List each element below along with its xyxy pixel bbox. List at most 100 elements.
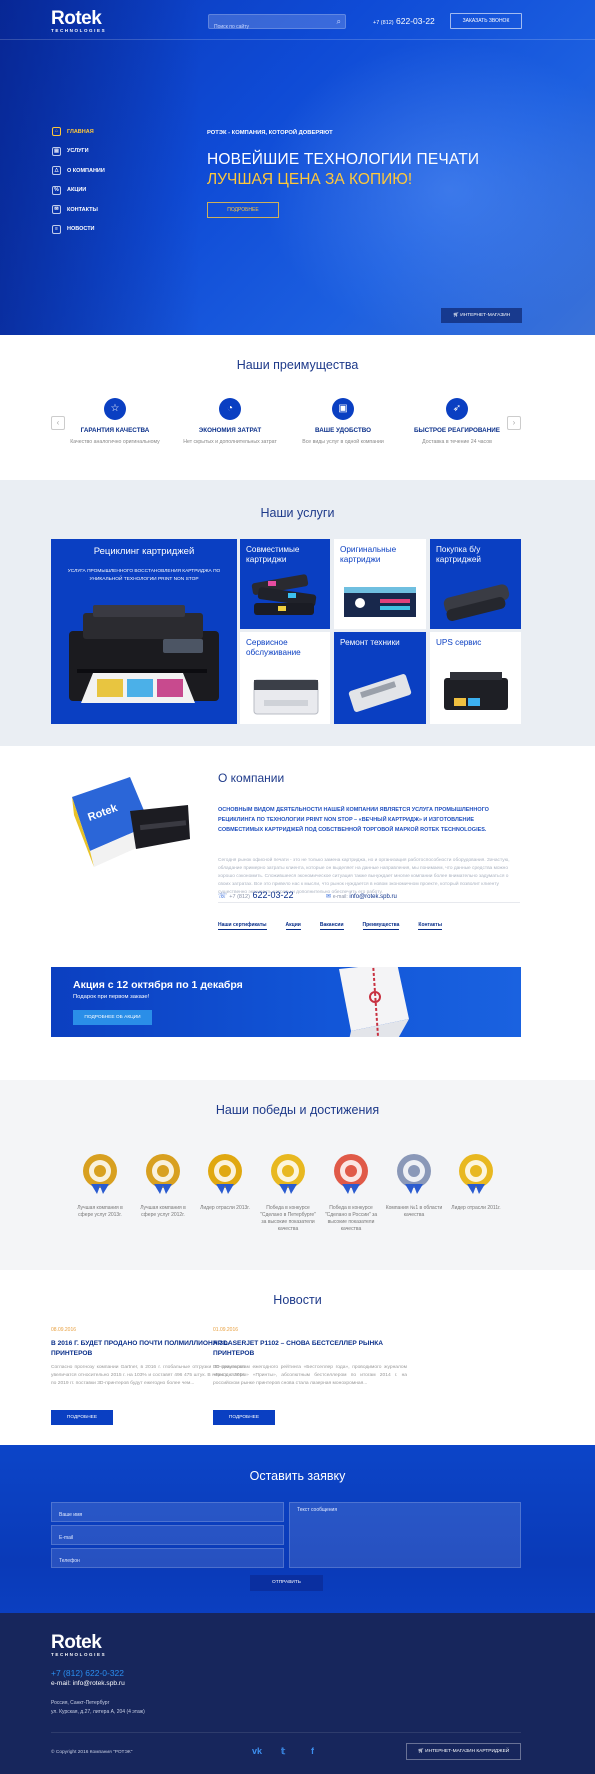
twitter-icon[interactable]: 𝕥 [281, 1746, 285, 1757]
link-contacts[interactable]: Контакты [418, 922, 442, 930]
advantage-item: ☆ ГАРАНТИЯ КАЧЕСТВА Качество аналогично … [60, 398, 170, 445]
message-textarea[interactable] [290, 1503, 520, 1567]
form-title: Оставить заявку [249, 1469, 346, 1483]
link-promos[interactable]: Акции [285, 922, 301, 930]
service-tile-original[interactable]: Оригинальные картриджи [334, 539, 426, 629]
hero-section: Rotek TECHNOLOGIES ⌕ +7 (812) 622-03-22 … [0, 0, 595, 335]
savings-icon: ◔ [219, 398, 241, 420]
link-advantages[interactable]: Преимущества [362, 922, 400, 930]
nav-item-company[interactable]: △ О КОМПАНИИ [52, 161, 105, 181]
news-title: Новости [273, 1293, 322, 1307]
hero-subtitle: ЛУЧШАЯ ЦЕНА ЗА КОПИЮ! [207, 171, 413, 188]
nav-item-contacts[interactable]: ✉ КОНТАКТЫ [52, 200, 105, 220]
cartridges-image [251, 574, 317, 615]
about-lead: ОСНОВНЫМ ВИДОМ ДЕЯТЕЛЬНОСТИ НАШЕЙ КОМПАН… [218, 807, 489, 833]
link-certificates[interactable]: Наши сертификаты [218, 922, 267, 930]
hero-more-button[interactable]: ПОДРОБНЕЕ [207, 202, 279, 218]
callback-button[interactable]: ЗАКАЗАТЬ ЗВОНОК [450, 13, 522, 29]
name-input[interactable] [52, 1506, 283, 1524]
eshop-button[interactable]: 🛒︎ ИНТЕРНЕТ-МАГАЗИН [441, 308, 522, 323]
email-field[interactable] [51, 1525, 284, 1547]
nav-item-news[interactable]: ≡ НОВОСТИ [52, 220, 105, 240]
search-box[interactable]: ⌕ [208, 14, 346, 34]
about-title: О компании [218, 771, 285, 785]
achievement-item: Лидер отрасли 2011г. [446, 1152, 506, 1212]
cartridge-image [443, 584, 510, 622]
achievement-item: Лидер отрасли 2013г. [195, 1152, 255, 1212]
footer-eshop-button[interactable]: 🛒︎ ИНТЕРНЕТ-МАГАЗИН КАРТРИДЖЕЙ [406, 1743, 521, 1760]
phone-field[interactable] [51, 1548, 284, 1570]
award-medal-icon [208, 1154, 242, 1194]
achievements-title: Наши победы и достижения [215, 1103, 380, 1117]
laser-printer-image [253, 679, 319, 715]
convenience-icon: ▣ [332, 398, 354, 420]
promo-subtitle: Подарок при первом заказе! [73, 994, 150, 1000]
submit-button[interactable]: ОТПРАВИТЬ [250, 1575, 323, 1591]
advantage-item: ◔ ЭКОНОМИЯ ЗАТРАТ Нет скрытых и дополнит… [175, 398, 285, 445]
home-icon: ⌂ [52, 127, 61, 137]
gift-box-image [339, 967, 409, 1037]
promo-button[interactable]: ПОДРОБНЕЕ ОБ АКЦИИ [73, 1010, 152, 1025]
award-medal-icon [459, 1154, 493, 1194]
advantage-item: ➶ БЫСТРОЕ РЕАГИРОВАНИЕ Доставка в течени… [402, 398, 512, 445]
service-tile-maintenance[interactable]: Сервисное обслуживание [240, 632, 330, 724]
hp-box-image [344, 587, 416, 617]
header-phone[interactable]: +7 (812) 622-03-22 [373, 16, 435, 26]
name-field[interactable] [51, 1502, 284, 1524]
footer-logo[interactable]: Rotek TECHNOLOGIES [51, 1633, 106, 1658]
achievement-item: Лучшая компания в сфере услуг 2012г. [133, 1152, 193, 1219]
achievement-item: Победа в конкурсе "Сделано в России" за … [321, 1152, 381, 1233]
services-icon: ▤ [52, 146, 61, 156]
achievement-item: Победа в конкурсе "Сделано в Петербурге"… [258, 1152, 318, 1233]
news-excerpt: По результатам ежегодного рейтинга «Бест… [213, 1365, 407, 1386]
footer-email[interactable]: e-mail: info@rotek.spb.ru [51, 1680, 125, 1687]
vk-icon[interactable]: vk [252, 1746, 262, 1756]
advantages-title: Наши преимущества [236, 358, 359, 372]
search-icon[interactable]: ⌕ [337, 17, 341, 26]
printer-image [69, 605, 219, 703]
side-nav: ⌂ ГЛАВНАЯ ▤ УСЛУГИ △ О КОМПАНИИ % АКЦИИ ✉ КОН… [52, 122, 105, 239]
news-date: 01.09.2016 [213, 1327, 239, 1333]
achievement-item: Лучшая компания в сфере услуг 2013г. [70, 1152, 130, 1219]
promo-banner: Акция с 12 октября по 1 декабря Подарок … [51, 967, 521, 1037]
facebook-icon[interactable]: f [311, 1746, 314, 1756]
service-tile-buyback[interactable]: Покупка б/у картриджей [430, 539, 521, 629]
company-icon: △ [52, 166, 61, 176]
phone-input[interactable] [52, 1552, 283, 1570]
rotek-box-image: Rotek [72, 777, 190, 867]
service-tile-compatible[interactable]: Совместимые картриджи [240, 539, 330, 629]
phone-icon: ☏ [218, 893, 227, 900]
logo[interactable]: Rotek TECHNOLOGIES [51, 9, 106, 34]
news-more-button[interactable]: ПОДРОБНЕЕ [213, 1410, 275, 1425]
cart-icon: 🛒︎ [452, 313, 459, 318]
news-more-button[interactable]: ПОДРОБНЕЕ [51, 1410, 113, 1425]
hero-title: НОВЕЙШИЕ ТЕХНОЛОГИИ ПЕЧАТИ [207, 151, 480, 168]
service-tile-ups[interactable]: UPS сервис [430, 632, 521, 724]
achievement-item: Компания №1 в области качества [384, 1152, 444, 1219]
about-phone[interactable]: ☏ +7 (812) 622-03-22 [218, 890, 293, 900]
message-field[interactable] [289, 1502, 521, 1568]
nav-item-promos[interactable]: % АКЦИИ [52, 181, 105, 201]
email-input[interactable] [52, 1529, 283, 1547]
copyright: © Copyright 2016 Компания "РОТЭК" [51, 1750, 133, 1755]
mfp-image [444, 672, 508, 710]
service-tile-recycling[interactable]: Рециклинг картриджей УСЛУГА ПРОМЫШЛЕННОГ… [51, 539, 237, 724]
nav-item-home[interactable]: ⌂ ГЛАВНАЯ [52, 122, 105, 142]
quality-icon: ☆ [104, 398, 126, 420]
mail-icon: ✉ [326, 894, 332, 900]
link-vacancies[interactable]: Вакансии [319, 922, 344, 930]
services-title: Наши услуги [260, 506, 335, 520]
advantage-item: ▣ ВАШЕ УДОБСТВО Все виды услуг в одной к… [288, 398, 398, 445]
cart-icon: 🛒︎ [417, 1749, 424, 1754]
about-email[interactable]: ✉ e-mail: info@rotek.spb.ru [326, 893, 397, 900]
search-input[interactable] [209, 20, 319, 34]
contacts-icon: ✉ [52, 205, 61, 215]
news-headline[interactable]: HP LASERJET P1102 – СНОВА БЕСТСЕЛЛЕР РЫН… [213, 1339, 407, 1358]
news-icon: ≡ [52, 224, 61, 234]
footer-address: Россия, Санкт-Петербург ул. Курская, д.2… [51, 1700, 145, 1715]
award-medal-icon [146, 1154, 180, 1194]
nav-item-services[interactable]: ▤ УСЛУГИ [52, 142, 105, 162]
service-tile-repair[interactable]: Ремонт техники [334, 632, 426, 724]
award-medal-icon [334, 1154, 368, 1194]
footer-phone[interactable]: +7 (812) 622-0-322 [51, 1668, 124, 1678]
